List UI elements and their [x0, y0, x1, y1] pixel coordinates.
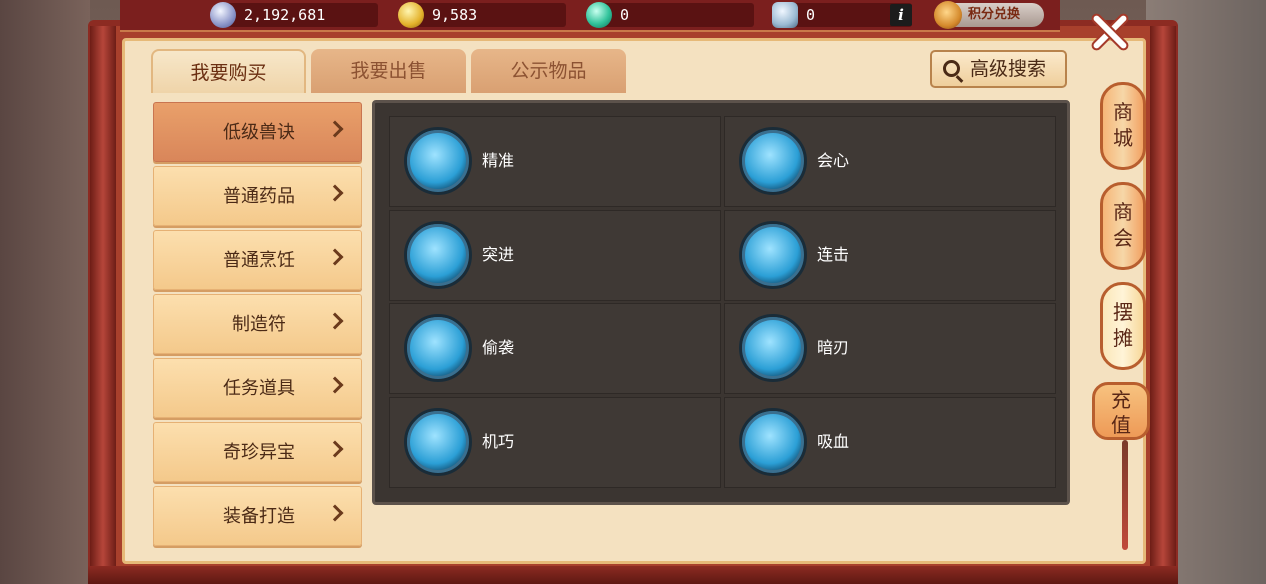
- silver-coin-icon: [210, 2, 236, 28]
- category-item[interactable]: 奇珍异宝: [153, 422, 362, 482]
- gold-amount: 9,583: [432, 6, 478, 24]
- combo-strike-icon: [739, 221, 807, 289]
- skill-item[interactable]: 吸血: [724, 397, 1056, 488]
- side-tab-char: 城: [1113, 126, 1133, 150]
- category-item[interactable]: 任务道具: [153, 358, 362, 418]
- money-bag-icon: [934, 1, 962, 29]
- side-tab-char: 会: [1113, 226, 1133, 250]
- currency-bar: 2,192,681 9,583 0 0 i 积分兑换: [120, 0, 1060, 32]
- fist-icon: [404, 408, 472, 476]
- skill-name: 连击: [817, 245, 850, 264]
- skill-item[interactable]: 突进: [389, 210, 721, 301]
- side-tab-shop[interactable]: 商 城: [1100, 82, 1146, 170]
- skill-item[interactable]: 连击: [724, 210, 1056, 301]
- close-icon[interactable]: [1082, 4, 1138, 60]
- ambush-icon: [404, 314, 472, 382]
- skill-name: 机巧: [482, 432, 515, 451]
- skill-item[interactable]: 会心: [724, 116, 1056, 207]
- gold-currency[interactable]: 9,583: [398, 2, 566, 28]
- side-tab-guild[interactable]: 商 会: [1100, 182, 1146, 270]
- side-tab-char: 摊: [1113, 326, 1133, 350]
- frame-bottom-rail: [88, 566, 1178, 584]
- category-item[interactable]: 制造符: [153, 294, 362, 354]
- ticket-icon: [772, 2, 798, 28]
- category-item[interactable]: 普通烹饪: [153, 230, 362, 290]
- category-item[interactable]: 普通药品: [153, 166, 362, 226]
- frame-post-right: [1150, 26, 1176, 570]
- recharge-char: 值: [1111, 413, 1131, 437]
- dark-blade-icon: [739, 314, 807, 382]
- side-tab-char: 摆: [1113, 300, 1133, 324]
- jade-currency[interactable]: 0: [586, 2, 754, 28]
- jade-amount: 0: [620, 6, 630, 24]
- jade-icon: [586, 2, 612, 28]
- recharge-button[interactable]: 充 值: [1092, 382, 1150, 440]
- silver-amount: 2,192,681: [244, 6, 326, 24]
- decorative-tassel: [1122, 440, 1128, 550]
- skill-item[interactable]: 精准: [389, 116, 721, 207]
- side-tab-char: 商: [1113, 200, 1133, 224]
- silver-currency[interactable]: 2,192,681: [210, 2, 378, 28]
- tab-sell[interactable]: 我要出售: [311, 49, 466, 93]
- info-button[interactable]: i: [890, 4, 912, 26]
- side-tab-char: 商: [1113, 100, 1133, 124]
- skill-item[interactable]: 机巧: [389, 397, 721, 488]
- skill-item[interactable]: 偷袭: [389, 303, 721, 394]
- frame-post-left: [90, 26, 116, 570]
- blade-icon: [739, 127, 807, 195]
- advanced-search-label: 高级搜索: [970, 58, 1047, 80]
- skill-item[interactable]: 暗刃: [724, 303, 1056, 394]
- gold-coin-icon: [398, 2, 424, 28]
- item-grid: 精准 会心 突进 连击 偷袭 暗刃 机巧 吸血: [372, 100, 1070, 505]
- points-exchange-button[interactable]: 积分兑换: [934, 1, 1044, 29]
- search-icon: [943, 60, 960, 77]
- skill-name: 突进: [482, 245, 515, 264]
- category-item[interactable]: 低级兽诀: [153, 102, 362, 162]
- spear-icon: [404, 127, 472, 195]
- recharge-char: 充: [1111, 388, 1131, 412]
- tab-public-items[interactable]: 公示物品: [471, 49, 626, 93]
- tab-buy[interactable]: 我要购买: [151, 49, 306, 93]
- side-tab-stall[interactable]: 摆 摊: [1100, 282, 1146, 370]
- advanced-search-button[interactable]: 高级搜索: [930, 50, 1067, 88]
- skill-name: 会心: [817, 151, 850, 170]
- beast-dash-icon: [404, 221, 472, 289]
- ticket-amount: 0: [806, 6, 816, 24]
- skill-name: 偷袭: [482, 338, 515, 357]
- fangs-icon: [739, 408, 807, 476]
- background-left: [0, 0, 90, 584]
- skill-name: 吸血: [817, 432, 850, 451]
- skill-name: 精准: [482, 151, 515, 170]
- category-item[interactable]: 装备打造: [153, 486, 362, 546]
- points-exchange-label: 积分兑换: [968, 7, 1021, 22]
- skill-name: 暗刃: [817, 338, 850, 357]
